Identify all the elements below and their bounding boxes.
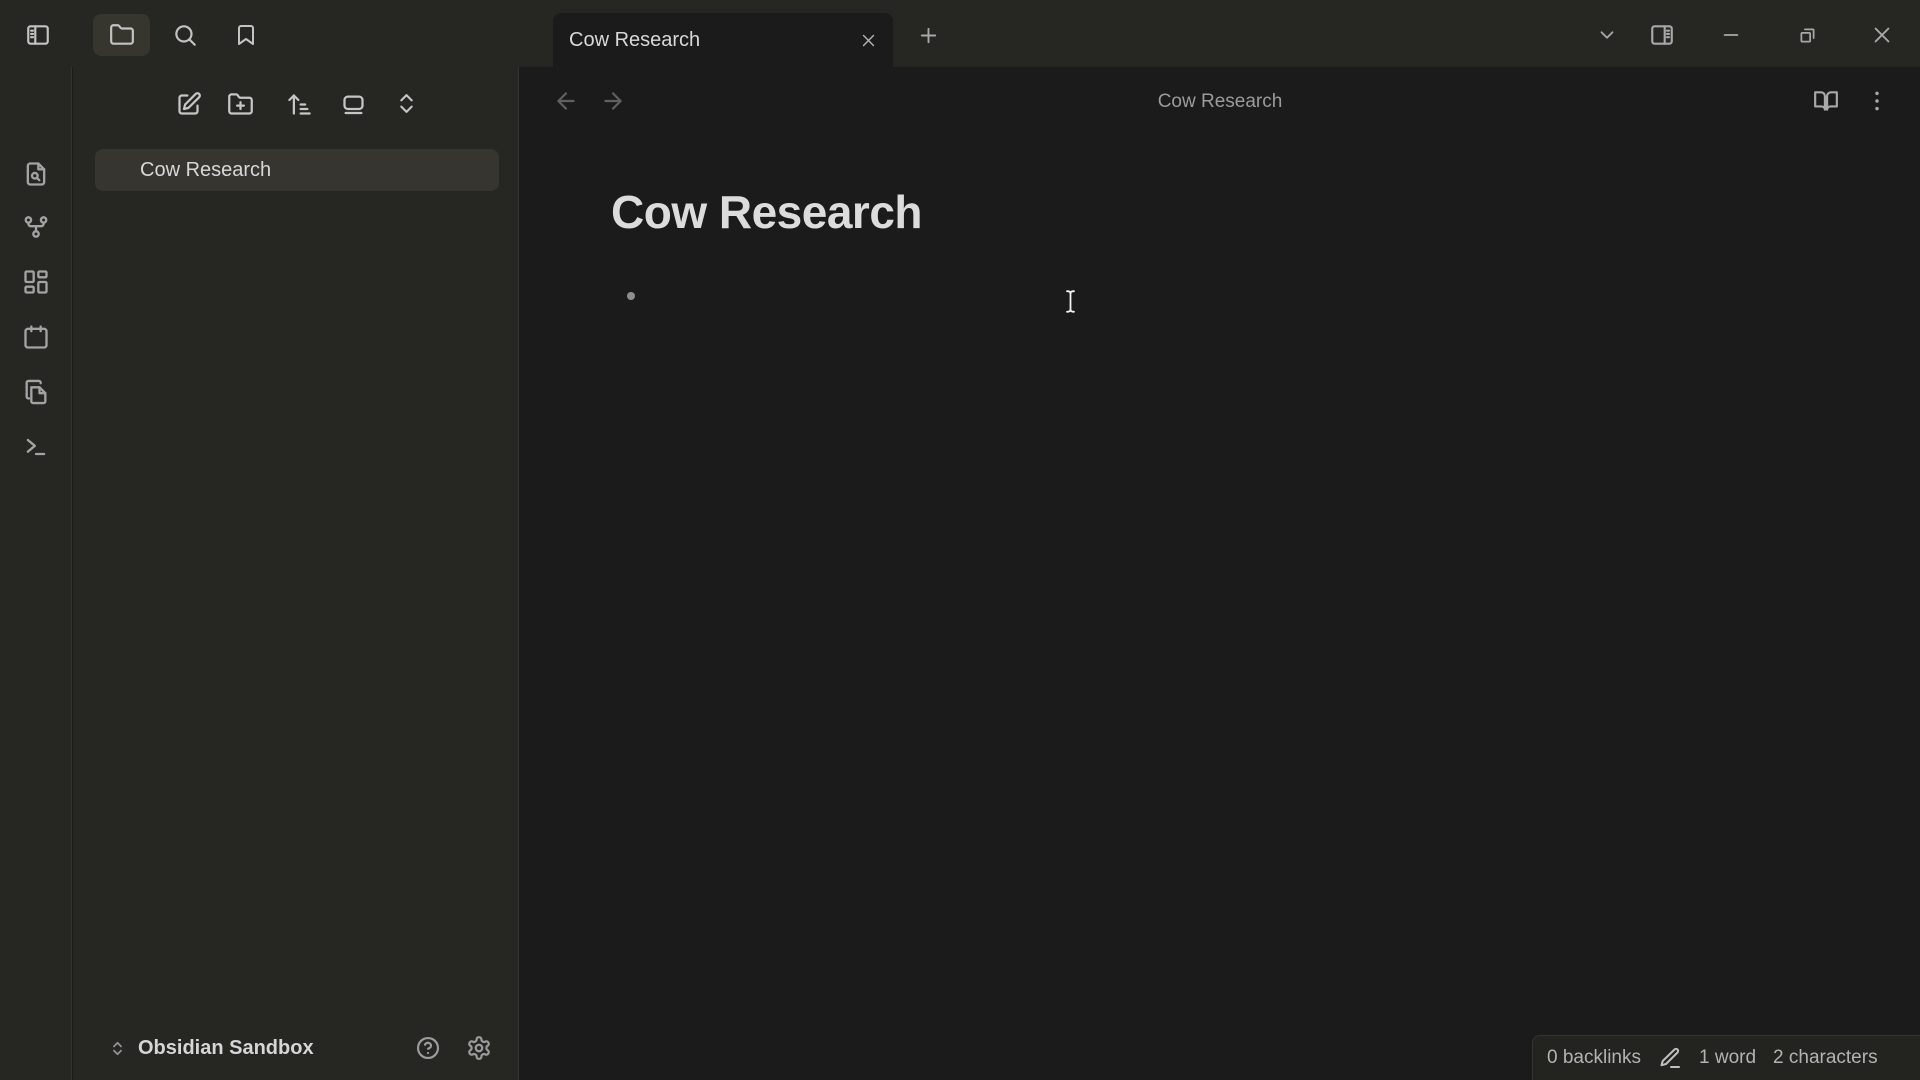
minimize-icon	[1720, 24, 1742, 46]
titlebar: Cow Research	[0, 0, 1920, 67]
search-tab-button[interactable]	[163, 14, 207, 56]
help-circle-icon	[415, 1035, 441, 1061]
quick-switcher-button[interactable]	[22, 160, 50, 188]
note-inline-title[interactable]: Cow Research	[611, 185, 922, 239]
text-ibeam-cursor	[1063, 289, 1078, 314]
more-vertical-icon	[1864, 88, 1890, 114]
tab-list-dropdown-button[interactable]	[1585, 14, 1629, 56]
ribbon	[0, 67, 72, 1080]
view-header-title: Cow Research	[520, 91, 1920, 113]
x-icon	[860, 32, 877, 49]
backlinks-count[interactable]: 0 backlinks	[1547, 1047, 1641, 1069]
files-tab-button[interactable]	[93, 14, 150, 56]
note-editor-surface[interactable]	[520, 119, 1920, 1080]
character-count: 2 characters	[1773, 1047, 1878, 1069]
collapse-all-button[interactable]	[394, 91, 422, 119]
tab-cow-research[interactable]: Cow Research	[553, 13, 893, 67]
new-tab-button[interactable]	[906, 14, 950, 56]
toggle-left-sidebar-button[interactable]	[16, 14, 60, 56]
file-item-cow-research[interactable]: Cow Research	[95, 149, 499, 191]
file-explorer-panel: Cow Research Obsidian Sandbox	[73, 67, 519, 1080]
pencil-icon[interactable]	[1658, 1046, 1682, 1070]
canvas-icon	[22, 268, 50, 296]
chevron-down-icon	[1596, 24, 1618, 46]
bookmark-icon	[234, 23, 258, 47]
gear-icon	[466, 1035, 492, 1061]
sort-order-button[interactable]	[286, 91, 314, 119]
tab-title: Cow Research	[569, 29, 853, 52]
plus-icon	[917, 24, 940, 47]
close-icon	[1871, 24, 1893, 46]
toggle-right-sidebar-button[interactable]	[1640, 14, 1684, 56]
templates-icon	[22, 378, 50, 406]
view-header: Cow Research	[520, 67, 1920, 119]
daily-note-button[interactable]	[22, 323, 50, 351]
panel-left-icon	[25, 22, 51, 48]
card-view-icon	[340, 91, 368, 118]
tab-close-button[interactable]	[853, 25, 883, 55]
card-view-button[interactable]	[340, 91, 368, 119]
insert-template-button[interactable]	[22, 378, 50, 406]
editor-pane: Cow Research Cow Research	[520, 67, 1920, 1080]
new-note-button[interactable]	[175, 91, 203, 119]
status-bar: 0 backlinks 1 word 2 characters	[1532, 1035, 1920, 1080]
panel-right-icon	[1649, 22, 1675, 48]
vault-switcher-button[interactable]	[109, 1040, 126, 1057]
sort-icon	[286, 91, 314, 118]
collapse-all-icon	[394, 91, 422, 116]
new-note-icon	[175, 91, 203, 118]
chevrons-up-down-icon	[109, 1040, 126, 1057]
command-palette-button[interactable]	[22, 433, 50, 461]
restore-icon	[1797, 25, 1818, 46]
vault-name[interactable]: Obsidian Sandbox	[138, 1037, 314, 1060]
folder-icon	[109, 22, 135, 48]
reading-view-button[interactable]	[1813, 88, 1839, 114]
file-item-label: Cow Research	[140, 159, 271, 182]
settings-button[interactable]	[466, 1035, 492, 1061]
search-icon	[172, 22, 198, 48]
graph-view-button[interactable]	[22, 213, 50, 241]
obsidian-window: Cow Research	[0, 0, 1920, 1080]
bookmarks-tab-button[interactable]	[224, 14, 268, 56]
more-options-button[interactable]	[1864, 88, 1890, 114]
restore-button[interactable]	[1785, 14, 1829, 56]
new-canvas-button[interactable]	[22, 268, 50, 296]
minimize-button[interactable]	[1709, 14, 1753, 56]
calendar-icon	[22, 323, 50, 351]
help-button[interactable]	[415, 1035, 441, 1061]
word-count: 1 word	[1699, 1047, 1756, 1069]
file-search-icon	[22, 160, 50, 188]
list-bullet-dot	[627, 292, 635, 300]
graph-icon	[22, 213, 50, 241]
book-open-icon	[1813, 88, 1839, 114]
command-palette-icon	[22, 433, 50, 461]
new-folder-button[interactable]	[227, 91, 255, 119]
new-folder-icon	[227, 91, 255, 118]
vault-row: Obsidian Sandbox	[73, 1024, 519, 1072]
close-window-button[interactable]	[1860, 14, 1904, 56]
